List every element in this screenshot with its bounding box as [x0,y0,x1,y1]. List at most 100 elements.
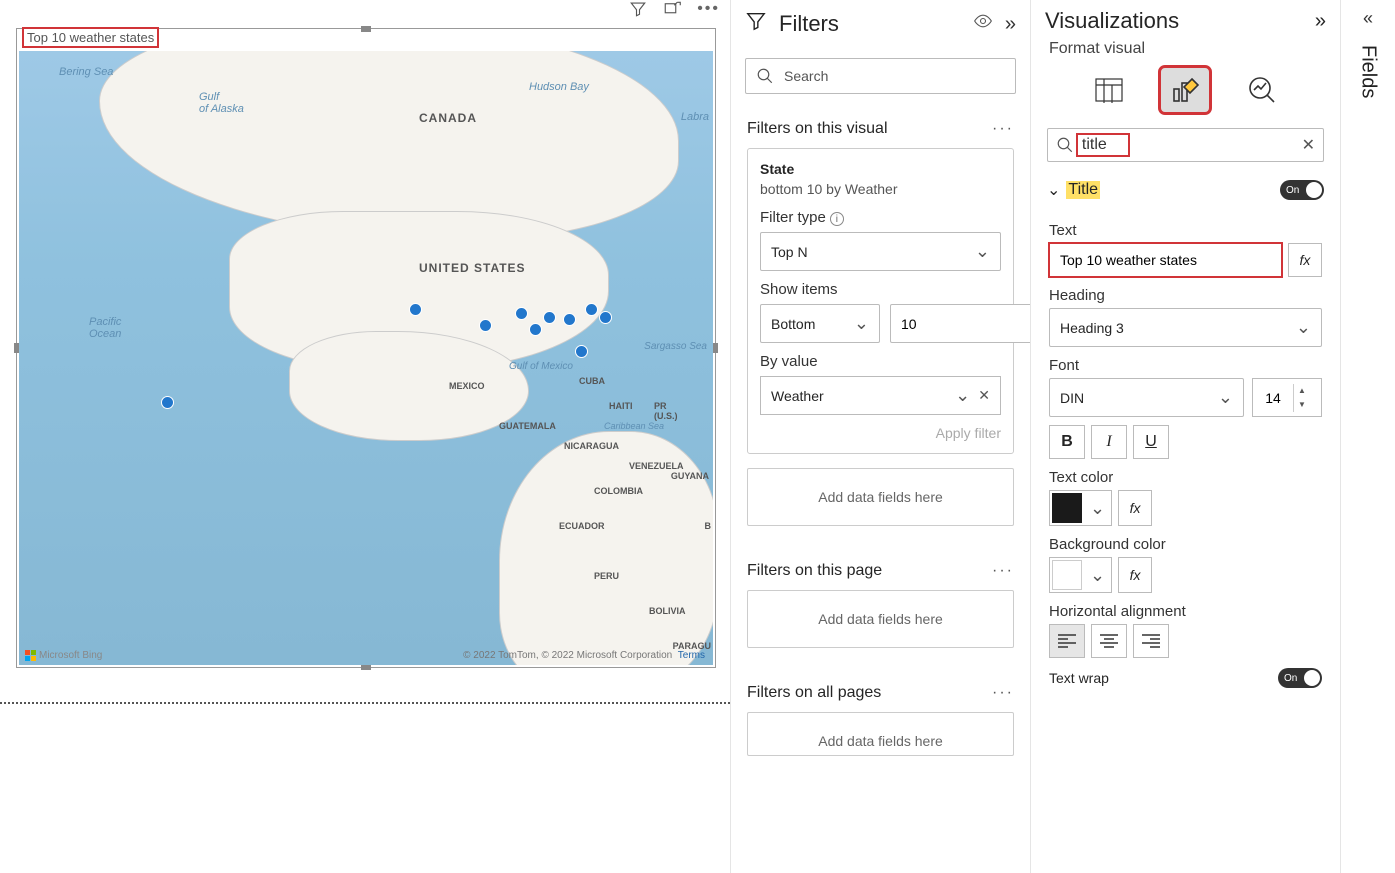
by-value-field-well[interactable]: Weather ✕ [760,376,1001,415]
format-search-input[interactable] [1080,135,1126,155]
map-data-point[interactable] [543,311,556,324]
country-label: HAITI [609,401,633,411]
add-fields-visual[interactable]: Add data fields here [747,468,1014,526]
page-boundary [0,702,730,704]
title-text-input[interactable] [1049,243,1282,277]
section-more-icon[interactable]: ··· [992,120,1014,138]
add-fields-page[interactable]: Add data fields here [747,590,1014,648]
text-color-picker[interactable] [1049,490,1112,526]
chevron-down-icon [975,241,990,262]
bg-color-label: Background color [1049,536,1322,553]
text-wrap-label: Text wrap [1049,670,1109,686]
underline-button[interactable]: U [1133,425,1169,459]
build-visual-tab[interactable] [1085,68,1133,112]
country-label: MEXICO [449,381,485,391]
info-icon[interactable]: i [830,212,844,226]
text-label: Text [1049,222,1322,239]
more-options-icon[interactable]: ••• [697,0,720,23]
map-data-point[interactable] [599,311,612,324]
filters-page-heading: Filters on this page [747,562,882,580]
format-visual-tab[interactable] [1161,68,1209,112]
text-wrap-toggle[interactable]: On [1278,668,1322,688]
bold-button[interactable]: B [1049,425,1085,459]
clear-search-icon[interactable]: ✕ [1302,135,1315,155]
bing-logo: Microsoft Bing [25,650,102,661]
map-data-point[interactable] [479,319,492,332]
heading-select[interactable]: Heading 3 [1049,308,1322,347]
focus-mode-icon[interactable] [663,0,681,23]
chevron-down-icon[interactable]: ⌄ [1047,180,1060,200]
section-more-icon[interactable]: ··· [992,562,1014,580]
country-label: GUYANA [671,471,709,481]
country-label: GUATEMALA [499,421,556,431]
visual-title: Top 10 weather states [23,28,158,47]
country-label: UNITED STATES [419,261,526,275]
map-data-point[interactable] [515,307,528,320]
map-area[interactable]: Bering Sea Gulf of Alaska Hudson Bay Lab… [19,51,713,665]
map-data-point[interactable] [575,345,588,358]
align-right-button[interactable] [1133,624,1169,658]
report-canvas: ••• Top 10 weather states Bering Sea Gul… [0,0,730,873]
country-label: VENEZUELA [629,461,684,471]
filters-search[interactable]: Search [745,58,1016,94]
text-color-fx-button[interactable]: fx [1118,490,1152,526]
search-placeholder: Search [784,68,828,84]
font-size-spinner[interactable]: ▲▼ [1252,378,1322,417]
filters-visual-heading: Filters on this visual [747,120,888,138]
title-section-label[interactable]: Title [1066,181,1100,199]
bg-color-picker[interactable] [1049,557,1112,593]
halign-label: Horizontal alignment [1049,603,1322,620]
filters-pane: Filters » Search Filters on this visual … [730,0,1030,873]
map-label: Labra [681,111,709,123]
map-data-point[interactable] [529,323,542,336]
map-label: Hudson Bay [529,81,589,93]
chevron-down-icon [1084,565,1111,586]
remove-field-icon[interactable]: ✕ [978,387,990,404]
title-toggle[interactable]: On [1280,180,1324,200]
spinner-up-icon[interactable]: ▲ [1294,384,1310,398]
analytics-tab[interactable] [1238,68,1286,112]
map-data-point[interactable] [409,303,422,316]
filter-field-name: State [760,161,1001,177]
filter-card-state[interactable]: State bottom 10 by Weather Filter typei … [747,148,1014,454]
chevron-down-icon[interactable] [955,385,970,406]
format-search[interactable]: ✕ [1047,128,1324,162]
title-text-fx-button[interactable]: fx [1288,243,1322,277]
expand-pane-icon[interactable]: « [1363,8,1373,29]
bg-color-fx-button[interactable]: fx [1118,557,1152,593]
map-label: Gulf of Alaska [199,91,244,115]
filter-icon[interactable] [629,0,647,23]
collapse-pane-icon[interactable]: » [1005,13,1016,36]
section-more-icon[interactable]: ··· [992,684,1014,702]
spinner-down-icon[interactable]: ▼ [1294,398,1310,412]
map-data-point[interactable] [563,313,576,326]
country-label: PR (U.S.) [654,401,678,421]
format-visual-label: Format visual [1031,40,1340,58]
map-data-point[interactable] [161,396,174,409]
terms-link[interactable]: Terms [678,650,705,661]
add-fields-report[interactable]: Add data fields here [747,712,1014,756]
filters-header: Filters » [731,0,1030,48]
filter-icon [745,10,767,38]
map-label: Gulf of Mexico [509,361,573,372]
collapse-pane-icon[interactable]: » [1315,10,1326,33]
align-center-button[interactable] [1091,624,1127,658]
italic-button[interactable]: I [1091,425,1127,459]
align-left-button[interactable] [1049,624,1085,658]
filter-type-select[interactable]: Top N [760,232,1001,271]
eye-icon[interactable] [973,11,993,37]
resize-handle[interactable] [361,26,371,32]
filter-type-label: Filter type [760,209,826,226]
by-value-label: By value [760,353,1001,370]
country-label: ECUADOR [559,521,605,531]
filters-title: Filters [779,11,961,37]
show-items-direction-select[interactable]: Bottom [760,304,880,343]
map-visual[interactable]: Top 10 weather states Bering Sea Gulf of… [16,28,716,668]
map-data-point[interactable] [585,303,598,316]
country-label: PERU [594,571,619,581]
font-family-select[interactable]: DIN [1049,378,1244,417]
fields-title[interactable]: Fields [1357,45,1380,98]
show-items-count-input[interactable] [890,304,1030,343]
chevron-down-icon [1218,387,1233,408]
show-items-label: Show items [760,281,1001,298]
